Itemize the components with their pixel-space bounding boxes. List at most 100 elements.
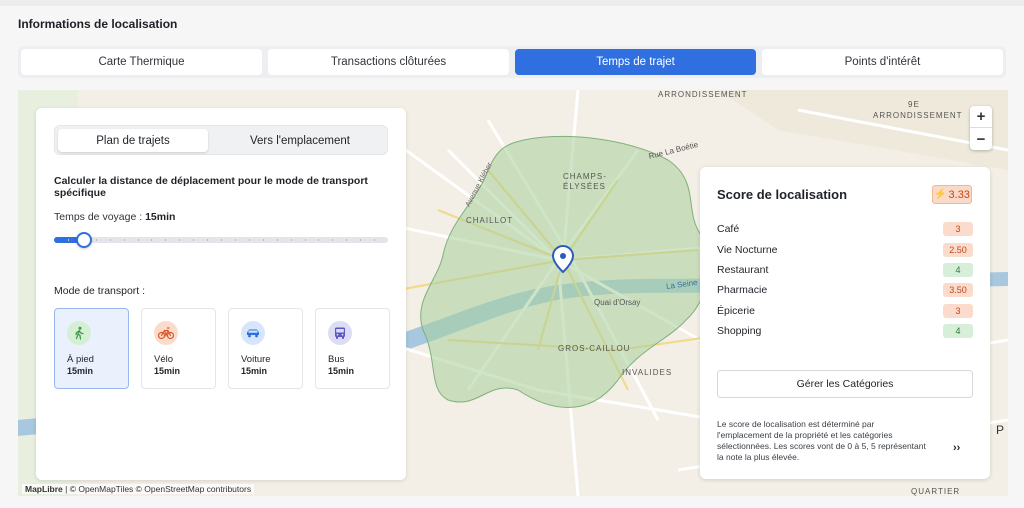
category-label: Shopping (717, 325, 762, 337)
slider-tick (151, 239, 152, 241)
tab-temps-de-trajet[interactable]: Temps de trajet (515, 49, 756, 75)
mode-walk[interactable]: À pied 15min (54, 308, 129, 389)
category-row: Shopping 4 (717, 324, 973, 339)
map-label: ÉLYSÉES (563, 182, 606, 191)
category-row: Vie Nocturne 2.50 (717, 243, 973, 258)
score-description: Le score de localisation est déterminé p… (717, 419, 926, 462)
slider-tick (235, 239, 236, 241)
attribution-text[interactable]: | © OpenMapTiles © OpenStreetMap contrib… (65, 484, 251, 494)
tab-transactions[interactable]: Transactions clôturées (268, 49, 509, 75)
slider-tick (360, 239, 361, 241)
section-title: Informations de localisation (18, 17, 178, 31)
category-score: 3 (943, 222, 973, 236)
zoom-control: + − (970, 106, 992, 150)
slider-tick (249, 239, 250, 241)
category-label: Épicerie (717, 305, 755, 317)
map-label: ARRONDISSEMENT (658, 90, 748, 99)
map-label: 9E (908, 100, 920, 109)
mode-duration: 15min (241, 366, 268, 376)
slider-tick (332, 239, 333, 241)
mode-name: Bus (328, 354, 345, 365)
category-score: 3 (943, 304, 973, 318)
app-frame: Informations de localisation Carte Therm… (0, 0, 1024, 508)
score-badge: ⚡ 3.33 (932, 185, 972, 204)
tab-carte-thermique[interactable]: Carte Thermique (21, 49, 262, 75)
map-attribution: MapLibre | © OpenMapTiles © OpenStreetMa… (22, 484, 255, 494)
map-label: QUARTIER (911, 487, 961, 496)
category-row: Pharmacie 3.50 (717, 283, 973, 298)
calc-title: Calculer la distance de déplacement pour… (54, 175, 368, 199)
travel-time-label: Temps de voyage : (54, 211, 146, 223)
slider-tick (374, 239, 375, 241)
slider-thumb[interactable] (76, 232, 92, 248)
zoom-in-button[interactable]: + (970, 106, 992, 128)
score-panel: Score de localisation ⚡ 3.33 Café 3 Vie N… (700, 167, 990, 479)
slider-tick (179, 239, 180, 241)
slider-tick (346, 239, 347, 241)
category-row: Restaurant 4 (717, 263, 973, 278)
category-score: 3.50 (943, 283, 973, 297)
slider-tick (277, 239, 278, 241)
category-score: 4 (943, 263, 973, 277)
map-label: GROS-CAILLOU (558, 344, 631, 353)
top-strip (0, 0, 1024, 6)
travel-time-slider[interactable] (54, 232, 388, 248)
slider-tick (193, 239, 194, 241)
mode-label: Mode de transport : (54, 285, 146, 297)
map[interactable]: ARRONDISSEMENT 9E ARRONDISSEMENT Rue La … (18, 90, 1008, 496)
slider-tick (263, 239, 264, 241)
category-row: Café 3 (717, 222, 973, 237)
slider-tick (138, 239, 139, 241)
zoom-out-button[interactable]: − (970, 128, 992, 150)
slider-tick (165, 239, 166, 241)
slider-tick (124, 239, 125, 241)
route-segment-control: Plan de trajets Vers l'emplacement (54, 125, 388, 155)
map-label: ARRONDISSEMENT (873, 111, 963, 120)
mode-duration: 15min (154, 366, 181, 376)
travel-time: Temps de voyage : 15min (54, 211, 175, 223)
slider-tick (318, 239, 319, 241)
bolt-icon: ⚡ (934, 189, 947, 200)
category-score: 4 (943, 324, 973, 338)
route-panel: Plan de trajets Vers l'emplacement Calcu… (36, 108, 406, 480)
car-icon (241, 321, 265, 345)
mode-car[interactable]: Voiture 15min (228, 308, 303, 389)
tab-bar: Carte Thermique Transactions clôturées T… (18, 46, 1006, 78)
bus-icon (328, 321, 352, 345)
map-label: INVALIDES (622, 368, 673, 377)
category-label: Café (717, 223, 740, 235)
mode-bike[interactable]: Vélo 15min (141, 308, 216, 389)
mode-duration: 15min (328, 366, 355, 376)
category-label: Restaurant (717, 264, 769, 276)
attribution-brand[interactable]: MapLibre (25, 484, 63, 494)
score-title: Score de localisation (717, 187, 848, 202)
category-label: Vie Nocturne (717, 244, 778, 256)
category-score: 2.50 (943, 243, 973, 257)
map-label: CHAMPS- (563, 172, 607, 181)
map-label: Quai d'Orsay (594, 298, 641, 307)
slider-tick (207, 239, 208, 241)
score-value: 3.33 (948, 188, 970, 201)
mode-name: À pied (67, 354, 94, 365)
tab-points-interet[interactable]: Points d'intérêt (762, 49, 1003, 75)
transport-modes: À pied 15min Vélo 15min Voiture 15min Bu… (54, 308, 390, 389)
map-label: P (996, 423, 1005, 437)
mode-name: Voiture (241, 354, 271, 365)
slider-tick (221, 239, 222, 241)
manage-categories-button[interactable]: Gérer les Catégories (717, 370, 973, 398)
slider-tick (305, 239, 306, 241)
mode-bus[interactable]: Bus 15min (315, 308, 390, 389)
segment-vers-emplacement[interactable]: Vers l'emplacement (215, 129, 385, 152)
category-label: Pharmacie (717, 284, 768, 296)
walk-icon (67, 321, 91, 345)
mode-name: Vélo (154, 354, 174, 365)
mode-duration: 15min (67, 366, 94, 376)
slider-tick (68, 239, 69, 241)
travel-time-value: 15min (145, 211, 176, 223)
expand-chevron-icon[interactable]: ›› (953, 442, 960, 454)
segment-plan-de-trajets[interactable]: Plan de trajets (58, 129, 208, 152)
slider-tick (110, 239, 111, 241)
bike-icon (154, 321, 178, 345)
map-label: CHAILLOT (466, 216, 514, 225)
category-row: Épicerie 3 (717, 304, 973, 319)
